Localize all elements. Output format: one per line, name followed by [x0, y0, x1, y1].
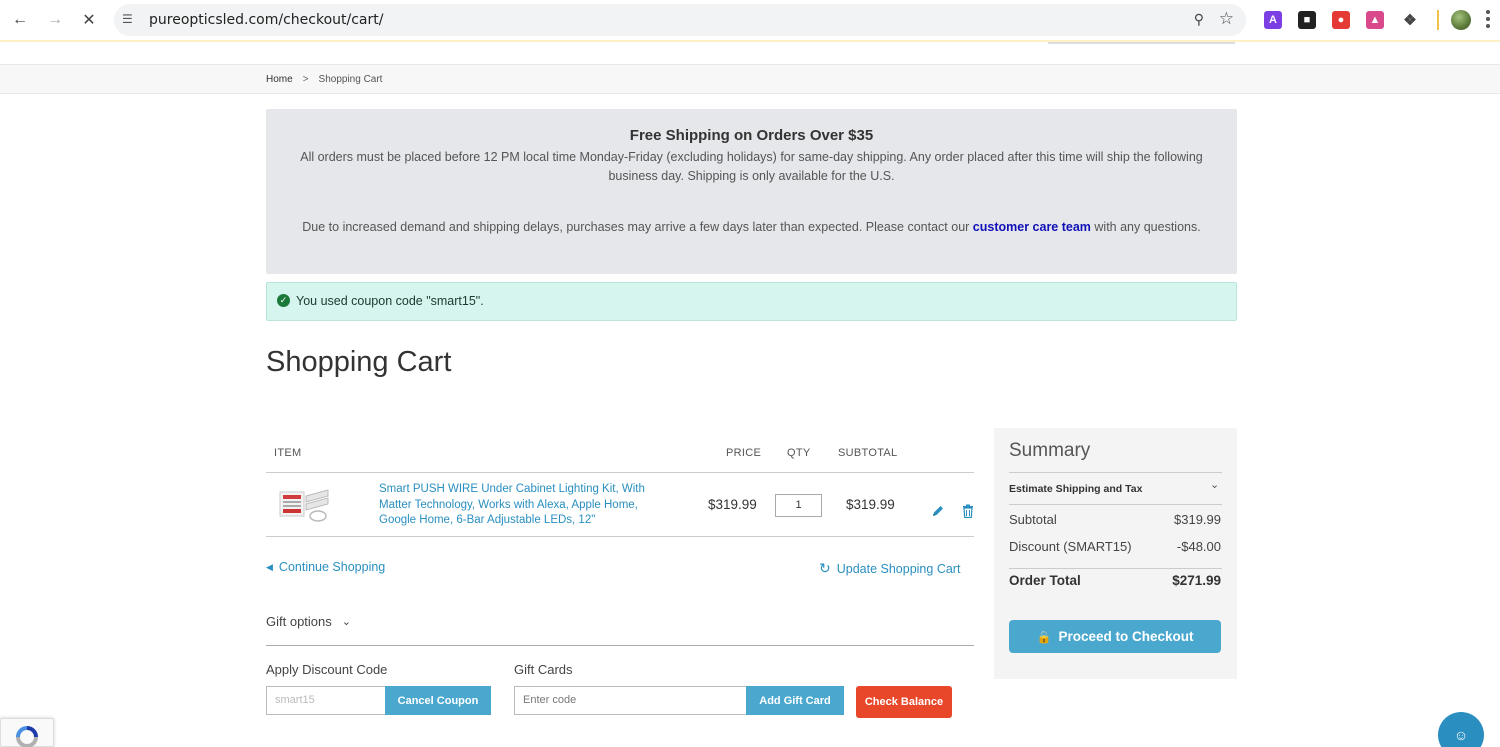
toolbar-divider [1437, 10, 1439, 30]
row-divider [266, 536, 974, 537]
toolbar-border [0, 40, 1500, 42]
header-price: PRICE [726, 447, 762, 459]
caret-left-icon: ◀ [266, 561, 273, 572]
order-summary: Summary Estimate Shipping and Tax ⌄ Subt… [994, 428, 1237, 679]
notice-paragraph-1: All orders must be placed before 12 PM l… [300, 150, 1203, 183]
order-total-label: Order Total [1009, 573, 1081, 588]
profile-avatar[interactable] [1451, 10, 1471, 30]
add-gift-card-button[interactable]: Add Gift Card [746, 686, 844, 715]
header-item: ITEM [274, 447, 302, 459]
extensions-puzzle-icon[interactable]: ❖ [1401, 11, 1419, 29]
extension-dark-icon[interactable]: ■ [1298, 11, 1316, 29]
site-settings-icon[interactable]: ☰ [122, 12, 138, 28]
discount-value: -$48.00 [1176, 539, 1221, 554]
url-text[interactable]: pureopticsled.com/checkout/cart/ [149, 12, 383, 28]
quantity-input[interactable]: 1 [775, 494, 822, 517]
bookmark-star-icon[interactable]: ☆ [1219, 9, 1234, 29]
zoom-icon[interactable]: ⚲ [1194, 11, 1204, 28]
browser-menu-icon[interactable] [1486, 10, 1490, 28]
gift-options-toggle[interactable]: Gift options ⌄ [266, 614, 351, 629]
summary-subtotal-row: Subtotal $319.99 [1009, 512, 1221, 527]
back-icon[interactable]: ← [8, 8, 32, 32]
recaptcha-icon [16, 726, 38, 747]
shipping-notice: Free Shipping on Orders Over $35 All ord… [266, 109, 1237, 274]
recaptcha-badge[interactable] [0, 718, 54, 747]
summary-divider-3 [1009, 568, 1222, 569]
coupon-success-message: ✓ You used coupon code "smart15". [266, 282, 1237, 321]
notice-paragraph-2-text: Due to increased demand and shipping del… [302, 220, 973, 234]
summary-divider-2 [1009, 504, 1222, 505]
breadcrumb-separator: > [302, 74, 309, 85]
summary-divider-1 [1009, 472, 1222, 473]
coupon-message-text: You used coupon code "smart15". [296, 294, 484, 308]
checkout-button-label: Proceed to Checkout [1058, 629, 1194, 644]
order-total-value: $271.99 [1172, 573, 1221, 588]
notice-paragraph-2-end: with any questions. [1090, 220, 1201, 234]
check-balance-button[interactable]: Check Balance [856, 686, 952, 718]
proceed-to-checkout-button[interactable]: 🔒 Proceed to Checkout [1009, 620, 1221, 653]
chevron-down-icon: ⌄ [341, 616, 351, 628]
discount-label: Discount (SMART15) [1009, 539, 1132, 554]
summary-title: Summary [1009, 440, 1091, 461]
discount-code-label: Apply Discount Code [266, 662, 388, 677]
gift-card-code-input[interactable]: Enter code [514, 686, 747, 715]
item-subtotal: $319.99 [846, 497, 895, 512]
chat-widget-button[interactable]: ☺ [1438, 712, 1484, 747]
estimate-shipping-toggle[interactable]: Estimate Shipping and Tax [1009, 483, 1142, 495]
item-price: $319.99 [708, 497, 757, 512]
trash-icon[interactable] [962, 504, 974, 518]
chevron-down-icon[interactable]: ⌄ [1210, 478, 1219, 491]
breadcrumb: Home > Shopping Cart [266, 74, 382, 85]
refresh-icon: ↻ [819, 560, 831, 576]
update-cart-link[interactable]: ↻ Update Shopping Cart [819, 560, 960, 577]
extension-a-icon[interactable]: A [1264, 11, 1282, 29]
extension-red-icon[interactable]: ● [1332, 11, 1350, 29]
summary-order-total-row: Order Total $271.99 [1009, 573, 1221, 588]
lock-icon: 🔒 [1036, 629, 1052, 644]
product-name-link[interactable]: Smart PUSH WIRE Under Cabinet Lighting K… [379, 482, 674, 529]
stop-loading-icon[interactable]: ✕ [77, 8, 101, 32]
check-circle-icon: ✓ [277, 294, 290, 307]
header-qty: QTY [787, 447, 811, 459]
continue-shopping-link[interactable]: ◀ Continue Shopping [266, 560, 385, 574]
notice-title: Free Shipping on Orders Over $35 [629, 127, 874, 144]
update-cart-label: Update Shopping Cart [836, 561, 961, 576]
customer-care-link[interactable]: customer care team [973, 220, 1091, 234]
cancel-coupon-button[interactable]: Cancel Coupon [385, 686, 491, 715]
extension-pink-icon[interactable]: ▲ [1366, 11, 1384, 29]
continue-shopping-label: Continue Shopping [278, 560, 386, 574]
discount-code-input[interactable]: smart15 [266, 686, 386, 715]
page-title: Shopping Cart [266, 346, 452, 378]
breadcrumb-bar: Home > Shopping Cart [0, 64, 1500, 94]
edit-pencil-icon[interactable] [931, 504, 945, 518]
address-bar[interactable]: ☰ pureopticsled.com/checkout/cart/ ⚲ ☆ [114, 4, 1246, 36]
forward-icon[interactable]: → [43, 8, 67, 32]
header-search-edge [1048, 42, 1235, 44]
subtotal-label: Subtotal [1009, 512, 1057, 527]
breadcrumb-home[interactable]: Home [266, 74, 293, 85]
gift-cards-label: Gift Cards [514, 662, 573, 677]
product-thumbnail[interactable] [278, 486, 331, 524]
notice-paragraph-2: Due to increased demand and shipping del… [296, 218, 1207, 237]
gift-options-label: Gift options [266, 614, 332, 629]
summary-discount-row: Discount (SMART15) -$48.00 [1009, 539, 1221, 554]
header-subtotal: SUBTOTAL [838, 447, 898, 459]
breadcrumb-current: Shopping Cart [318, 74, 383, 85]
header-divider [266, 472, 974, 473]
subtotal-value: $319.99 [1174, 512, 1221, 527]
chat-icon: ☺ [1453, 727, 1469, 743]
gift-options-divider [266, 645, 974, 646]
browser-toolbar: ← → ✕ ☰ pureopticsled.com/checkout/cart/… [0, 0, 1500, 40]
